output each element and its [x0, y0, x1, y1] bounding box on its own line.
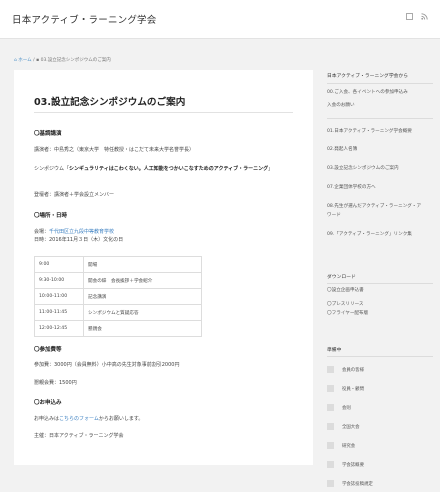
tag-icon — [327, 385, 334, 392]
party-fee-text: 懇親会費：1500円 — [34, 380, 77, 386]
tag-label: 役員・顧問 — [342, 387, 364, 392]
tag-label: 研究会 — [342, 444, 356, 449]
sidebar-item-companies[interactable]: 07.企業団体学校の方へ — [327, 184, 376, 190]
schedule-time: 12:00-12:45 — [34, 320, 84, 337]
schedule-event: 開会の辞 会長挨拶＋学会紹介 — [83, 272, 202, 289]
site-title[interactable]: 日本アクティブ・ラーニング学会 — [12, 12, 156, 26]
tag-label: 学会誌概要 — [342, 463, 364, 468]
schedule-row: 12:00-12:45 懇親会 — [34, 320, 202, 337]
sidebar-item-award-line2[interactable]: ワード — [327, 212, 341, 218]
keynote-heading: 〇基調講演 — [34, 131, 62, 137]
sidebar-item-award[interactable]: 08.先生が選んだアクティブ・ラーニング・ア — [327, 203, 421, 209]
sidebar-item-links[interactable]: 09.「アクティブ・ラーニング」リンク集 — [327, 231, 412, 237]
schedule-event: 懇親会 — [83, 320, 202, 337]
window-icon[interactable] — [406, 13, 413, 20]
organizer-text: 主催：日本アクティブ・ラーニング学会 — [34, 433, 124, 439]
fee-text: 参加費：3000円（会員無料）小中高の先生対象事前割引2000円 — [34, 362, 180, 368]
fee-heading: 〇参加費等 — [34, 347, 62, 353]
download-flyer[interactable]: 〇フライヤー配布版 — [327, 310, 368, 316]
tag-icon — [327, 366, 334, 373]
venue-heading: 〇場所・日時 — [34, 213, 68, 219]
download-press-release[interactable]: 〇プレスリリース — [327, 301, 364, 307]
schedule-row: 9:30-10:00 開会の辞 会長挨拶＋学会紹介 — [34, 272, 202, 289]
symposium-title: シンギュラリティはこわくない。人工知能をつかいこなすためのアクティブ・ラーニング — [69, 166, 269, 172]
sidebar-item-founders[interactable]: 02.発起人名簿 — [327, 146, 357, 152]
schedule-event: 記念講演 — [83, 288, 202, 305]
sidebar-divider — [327, 283, 433, 284]
tag-item[interactable]: 会員の皆様 — [327, 363, 433, 378]
date-text: 日時：2016年11月３日（木）文化の日 — [34, 237, 124, 243]
tag-item[interactable]: 学会誌概要 — [327, 458, 433, 473]
tag-icon — [327, 461, 334, 468]
apply-text: お申込みはこちらのフォームからお願いします。 — [34, 416, 144, 422]
tag-item[interactable]: 役員・顧問 — [327, 382, 433, 397]
tag-icon — [327, 480, 334, 487]
schedule-event: 開場 — [83, 256, 202, 273]
sidebar-divider — [327, 118, 433, 119]
main-content: 03.設立記念シンポジウムのご案内 〇基調講演 講演者：中島秀之（東京大学 特任… — [14, 70, 313, 465]
tag-icon — [327, 423, 334, 430]
symposium-text: シンポジウム「シンギュラリティはこわくない。人工知能をつかいこなすためのアクティ… — [34, 166, 274, 172]
apply-heading: 〇お申込み — [34, 400, 62, 406]
download-heading: ダウンロード — [327, 275, 356, 280]
schedule-time: 10:00-11:00 — [34, 288, 84, 305]
tag-item[interactable]: 会則 — [327, 401, 433, 416]
breadcrumb-separator: / — [33, 58, 35, 63]
sidebar-divider — [327, 83, 433, 84]
sidebar-item-symposium[interactable]: 03.設立記念シンポジウムのご案内 — [327, 165, 399, 171]
sidebar-item-join[interactable]: 00.ご入会、各イベントへの参加申込み — [327, 89, 408, 95]
sidebar-item-join-line2[interactable]: 入会のお願い — [327, 102, 355, 108]
speaker-text: 講演者：中島秀之（東京大学 特任教授・はこだて未来大学名誉学長） — [34, 147, 195, 153]
venue-link[interactable]: 千代田区立九段中等教育学校 — [49, 229, 114, 235]
breadcrumb-current: 03.設立記念シンポジウムのご案内 — [40, 58, 111, 63]
apply-form-link[interactable]: こちらのフォーム — [59, 416, 99, 422]
schedule-table: 9:00 開場 9:30-10:00 開会の辞 会長挨拶＋学会紹介 10:00-11:0… — [34, 256, 202, 337]
schedule-time: 9:00 — [34, 256, 84, 273]
tag-item[interactable]: 学会誌投稿規定 — [327, 477, 433, 492]
tag-label: 会則 — [342, 406, 351, 411]
home-icon[interactable]: ⌂ — [14, 58, 17, 63]
schedule-row: 10:00-11:00 記念講演 — [34, 288, 202, 305]
tag-icon — [327, 442, 334, 449]
schedule-row: 9:00 開場 — [34, 256, 202, 273]
schedule-time: 11:00-11:45 — [34, 304, 84, 321]
tag-label: 全国大会 — [342, 425, 360, 430]
tag-item[interactable]: 全国大会 — [327, 420, 433, 435]
download-application[interactable]: 〇設立企画申込書 — [327, 287, 364, 293]
tag-item[interactable]: 研究会 — [327, 439, 433, 454]
schedule-event: シンポジウムと質疑応答 — [83, 304, 202, 321]
breadcrumb-home[interactable]: ホーム — [18, 58, 31, 63]
tag-icon — [327, 404, 334, 411]
rss-icon[interactable] — [421, 13, 428, 20]
schedule-row: 11:00-11:45 シンポジウムと質疑応答 — [34, 304, 202, 321]
tags-heading: 準備中 — [327, 348, 342, 353]
tag-label: 学会誌投稿規定 — [342, 482, 373, 487]
schedule-time: 9:30-10:00 — [34, 272, 84, 289]
sidebar-divider — [327, 356, 433, 357]
panelists-text: 登壇者：講演者＋学会設立メンバー — [34, 192, 115, 198]
breadcrumb: ⌂ ホーム / ▪ 03.設立記念シンポジウムのご案内 — [14, 57, 111, 63]
sidebar-item-overview[interactable]: 01.日本アクティブ・ラーニング学会概要 — [327, 128, 412, 134]
page-icon: ▪ — [36, 58, 40, 63]
page-title: 03.設立記念シンポジウムのご案内 — [34, 97, 186, 108]
tag-label: 会員の皆様 — [342, 368, 364, 373]
site-header: 日本アクティブ・ラーニング学会 — [0, 0, 440, 39]
sidebar-site-heading: 日本アクティブ・ラーニング学会から — [327, 74, 409, 79]
venue-text: 会場：千代田区立九段中等教育学校 — [34, 229, 115, 235]
title-divider — [34, 112, 293, 113]
